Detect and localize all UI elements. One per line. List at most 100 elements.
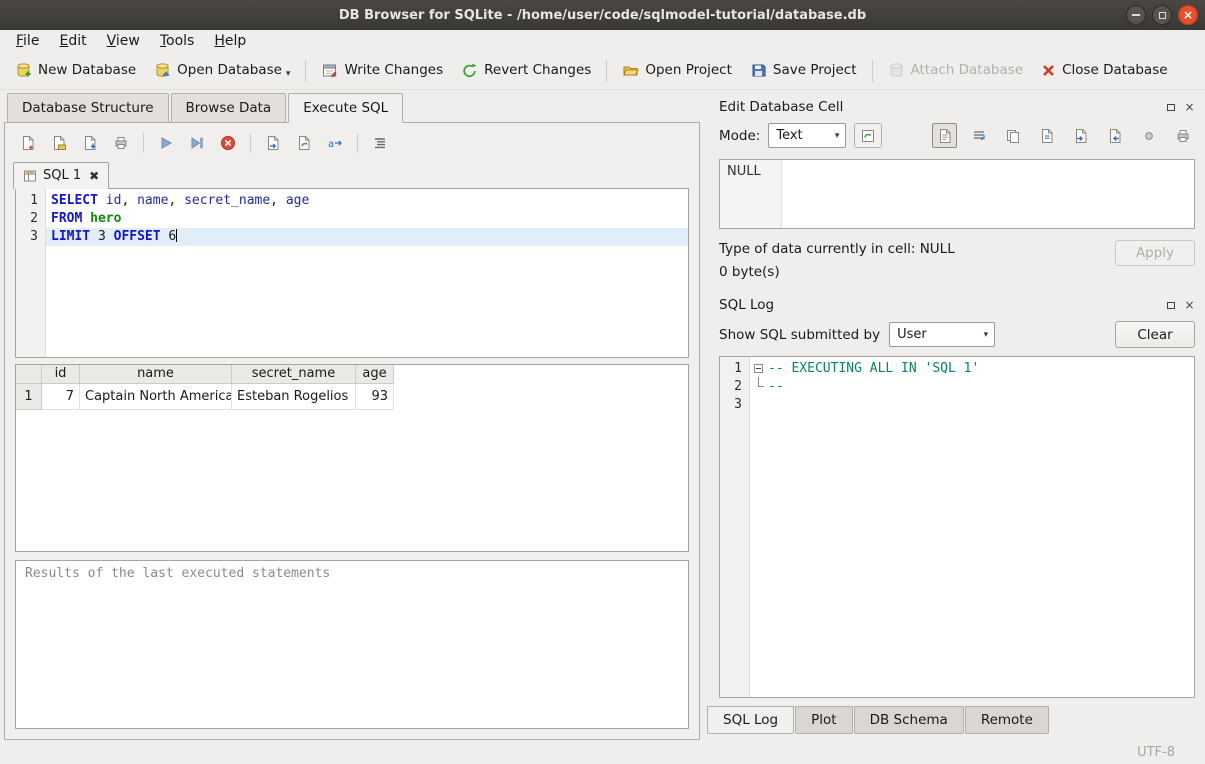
save-cell-button[interactable] xyxy=(1034,123,1059,148)
log-text: -- xyxy=(768,378,784,396)
tab-sql-log[interactable]: SQL Log xyxy=(707,706,794,734)
cell-editor[interactable]: NULL xyxy=(719,159,1195,229)
menu-tools[interactable]: Tools xyxy=(150,31,205,51)
revert-changes-button[interactable]: Revert Changes xyxy=(452,57,600,84)
save-project-button[interactable]: Save Project xyxy=(741,57,866,84)
menu-edit[interactable]: Edit xyxy=(49,31,96,51)
format-sql-button[interactable] xyxy=(369,132,391,154)
title-bar[interactable]: DB Browser for SQLite - /home/user/code/… xyxy=(0,0,1205,30)
column-header[interactable]: id xyxy=(42,365,80,384)
print-sql-button[interactable] xyxy=(110,132,132,154)
execute-all-button[interactable] xyxy=(155,132,177,154)
export-sql-button[interactable] xyxy=(262,132,284,154)
open-project-button[interactable]: Open Project xyxy=(613,57,741,84)
code-line[interactable]: LIMIT 3 OFFSET 6 xyxy=(46,228,688,246)
tab-plot[interactable]: Plot xyxy=(795,706,852,734)
menu-view[interactable]: View xyxy=(97,31,150,51)
tab-execute-sql[interactable]: Execute SQL xyxy=(288,93,403,123)
log-line: -- EXECUTING ALL IN 'SQL 1' xyxy=(750,360,1194,378)
revert-changes-icon xyxy=(461,62,478,79)
save-sql-file-button[interactable] xyxy=(48,132,70,154)
open-database-dropdown-icon[interactable]: ▾ xyxy=(286,69,291,79)
row-number[interactable]: 1 xyxy=(16,384,42,410)
save-sql-file-as-button[interactable] xyxy=(79,132,101,154)
table-row: 17Captain North AmericaEsteban Rogelios9… xyxy=(16,384,688,410)
close-panel-icon[interactable]: × xyxy=(1182,100,1197,115)
line-number: 3 xyxy=(720,396,749,414)
grid-cell[interactable]: Esteban Rogelios xyxy=(232,384,356,410)
open-database-label: Open Database xyxy=(177,64,282,78)
clear-log-button[interactable]: Clear xyxy=(1115,321,1195,348)
column-header[interactable]: secret_name xyxy=(232,365,356,384)
close-window-button[interactable]: × xyxy=(1178,5,1198,25)
import-cell-data-button[interactable] xyxy=(1068,123,1093,148)
close-tab-icon[interactable]: ✖ xyxy=(89,169,99,183)
sql-editor-gutter: 123 xyxy=(16,189,46,357)
mode-value: Text xyxy=(776,128,802,143)
column-header[interactable]: age xyxy=(356,365,394,384)
set-null-button[interactable] xyxy=(1136,123,1161,148)
stop-execution-button[interactable] xyxy=(217,132,239,154)
fold-line-icon xyxy=(758,377,764,387)
sql-editor[interactable]: 123 SELECT id, name, secret_name, ageFRO… xyxy=(15,188,689,358)
open-database-button[interactable]: Open Database ▾ xyxy=(145,57,299,84)
apply-button[interactable]: Apply xyxy=(1115,240,1195,266)
main-tab-bar: Database Structure Browse Data Execute S… xyxy=(0,90,702,122)
maximize-icon xyxy=(1159,12,1166,19)
maximize-button[interactable] xyxy=(1152,5,1172,25)
close-panel-icon[interactable]: × xyxy=(1182,298,1197,313)
encoding-indicator[interactable]: UTF-8 xyxy=(1137,745,1175,760)
toggle-word-wrap-button[interactable] xyxy=(966,123,991,148)
execute-current-line-button[interactable] xyxy=(186,132,208,154)
auto-switch-mode-button[interactable] xyxy=(854,123,882,148)
new-database-button[interactable]: New Database xyxy=(6,57,145,84)
grid-cell[interactable]: 7 xyxy=(42,384,80,410)
grid-cell[interactable]: 93 xyxy=(356,384,394,410)
menu-file[interactable]: File xyxy=(6,31,49,51)
column-header[interactable] xyxy=(16,365,42,384)
log-filter-combobox[interactable]: User ▾ xyxy=(889,322,995,347)
menu-help[interactable]: Help xyxy=(204,31,256,51)
code-line[interactable]: SELECT id, name, secret_name, age xyxy=(46,192,688,210)
sql-editor-code[interactable]: SELECT id, name, secret_name, ageFROM he… xyxy=(46,189,688,357)
copy-cell-button[interactable] xyxy=(1000,123,1025,148)
find-replace-button[interactable]: a xyxy=(324,132,346,154)
column-header[interactable]: name xyxy=(80,365,232,384)
menu-bar: File Edit View Tools Help xyxy=(0,30,1205,52)
float-panel-icon[interactable] xyxy=(1163,298,1178,313)
open-sql-file-button[interactable] xyxy=(17,132,39,154)
tab-browse-data[interactable]: Browse Data xyxy=(171,93,287,123)
close-icon: × xyxy=(1183,9,1193,21)
sql-file-tab-label: SQL 1 xyxy=(43,168,81,183)
sql-log-editor[interactable]: 123 -- EXECUTING ALL IN 'SQL 1'-- xyxy=(719,356,1195,698)
log-filter-label: Show SQL submitted by xyxy=(719,327,880,343)
toolbar-separator xyxy=(872,60,873,82)
close-database-button[interactable]: Close Database xyxy=(1032,58,1176,83)
minimize-button[interactable] xyxy=(1126,5,1146,25)
mode-label: Mode: xyxy=(719,128,760,144)
main-area: Database Structure Browse Data Execute S… xyxy=(0,90,1205,740)
print-cell-button[interactable] xyxy=(1170,123,1195,148)
float-panel-icon[interactable] xyxy=(1163,100,1178,115)
fold-margin xyxy=(750,396,768,414)
tab-database-structure[interactable]: Database Structure xyxy=(7,93,169,123)
toggle-text-view-button[interactable] xyxy=(932,123,957,148)
right-pane: Edit Database Cell × Mode: Text ▾ xyxy=(706,90,1205,740)
bottom-dock-tab-bar: SQL Log Plot DB Schema Remote xyxy=(707,706,1205,734)
tab-remote[interactable]: Remote xyxy=(965,706,1049,734)
execute-sql-panel: a SQL 1 ✖ 123 SELECT id, name, secret_na… xyxy=(4,122,700,740)
grid-cell[interactable]: Captain North America xyxy=(80,384,232,410)
reload-sql-button[interactable] xyxy=(293,132,315,154)
close-database-label: Close Database xyxy=(1062,64,1167,78)
mode-combobox[interactable]: Text ▾ xyxy=(768,123,846,148)
sql-file-tab[interactable]: SQL 1 ✖ xyxy=(13,162,109,189)
fold-marker-icon[interactable] xyxy=(754,364,763,373)
close-database-icon xyxy=(1041,63,1056,78)
export-cell-data-button[interactable] xyxy=(1102,123,1127,148)
sql-toolbar: a xyxy=(5,123,699,159)
cell-editor-area[interactable] xyxy=(782,160,1194,228)
write-changes-button[interactable]: Write Changes xyxy=(312,57,452,84)
sql-log-dock-header: SQL Log × xyxy=(706,289,1205,313)
code-line[interactable]: FROM hero xyxy=(46,210,688,228)
tab-db-schema[interactable]: DB Schema xyxy=(854,706,964,734)
